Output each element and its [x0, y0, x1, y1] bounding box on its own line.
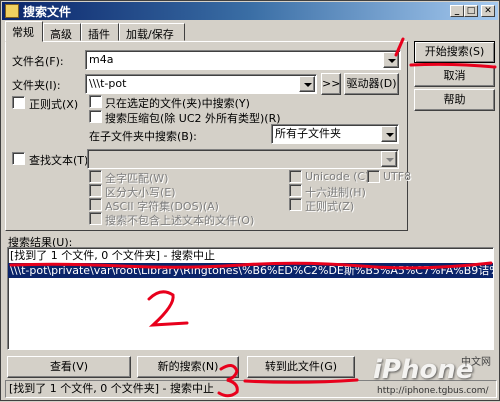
annotation-numeral-3 — [217, 364, 239, 398]
annotation-overlay — [9, 37, 497, 398]
annotation-underline-results — [9, 261, 493, 270]
search-window: 搜索文件 _ □ ✕ 常规 高级 插件 加载/保存 文件名(F): m4a 文件… — [0, 0, 500, 401]
annotation-mark-1 — [394, 37, 497, 69]
annotation-underline-goto — [243, 378, 359, 384]
tab-general[interactable]: 常规 — [5, 21, 43, 42]
annotation-numeral-2 — [147, 290, 189, 327]
